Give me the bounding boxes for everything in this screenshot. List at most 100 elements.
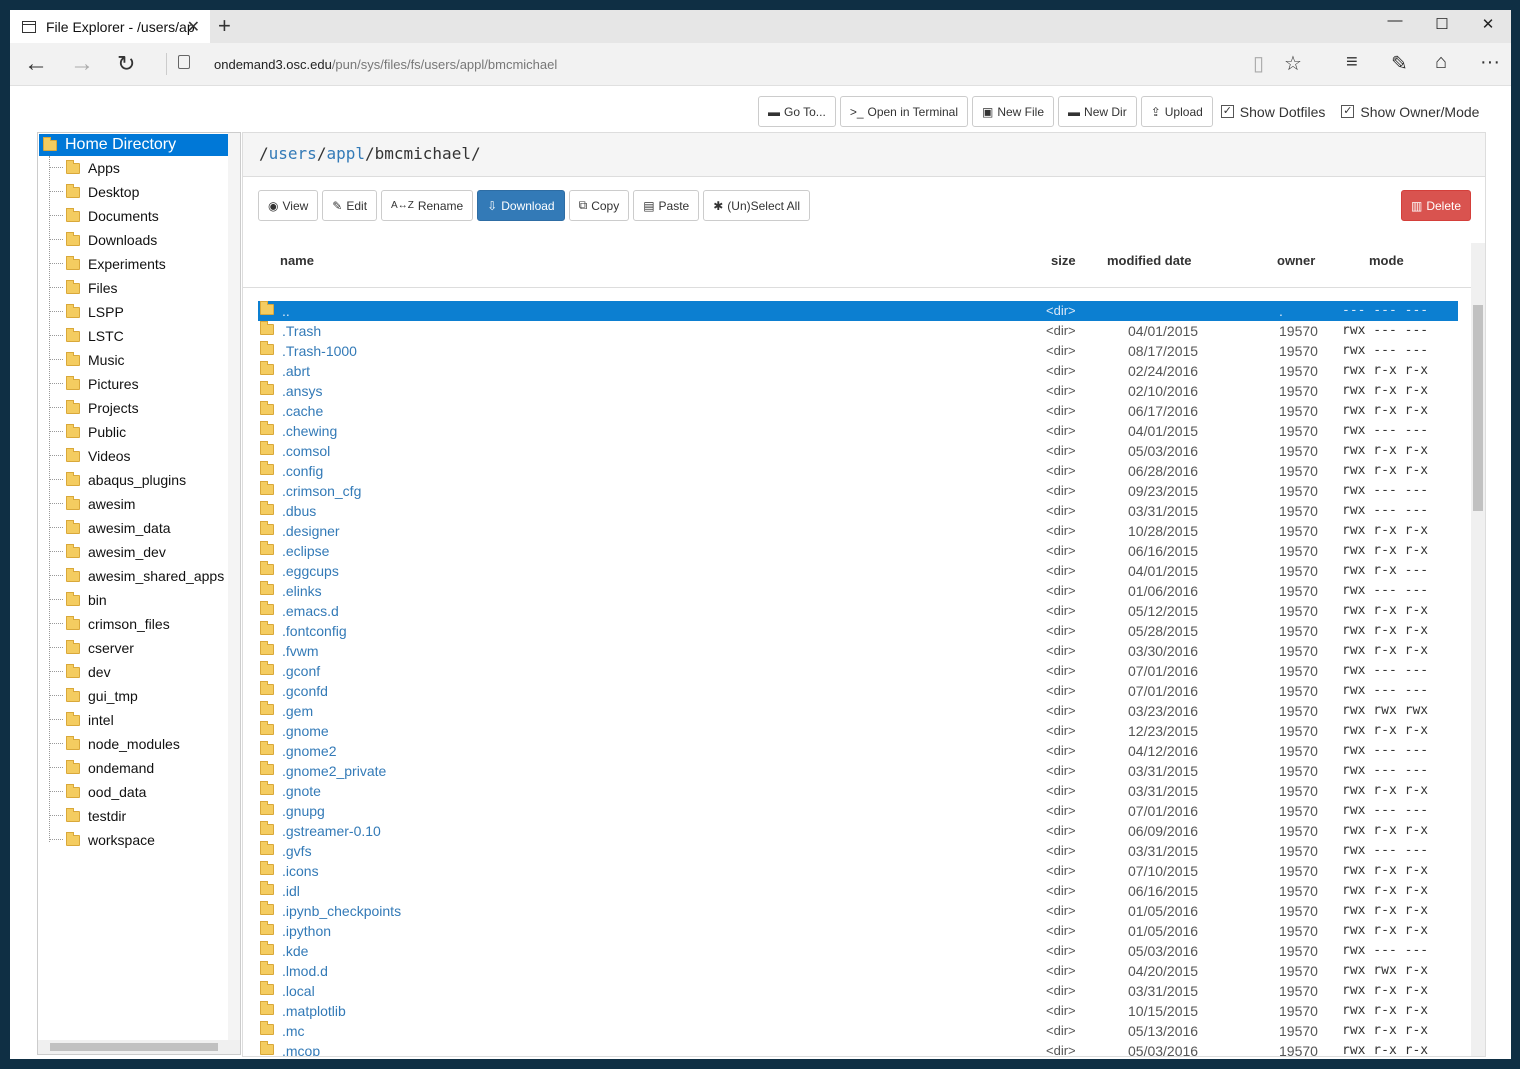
file-name-link[interactable]: .. <box>282 303 290 319</box>
table-row[interactable]: .ipynb_checkpoints <dir> 01/05/2016 19570 rw… <box>258 901 1458 921</box>
scroll-thumb[interactable] <box>1473 305 1483 511</box>
file-name-link[interactable]: .comsol <box>282 443 330 459</box>
tree-item[interactable]: gui_tmp <box>38 684 138 708</box>
table-row[interactable]: .matplotlib <dir> 10/15/2015 19570 rwx r-x r… <box>258 1001 1458 1021</box>
table-row[interactable]: .fvwm <dir> 03/30/2016 19570 rwx r-x r-x <box>258 641 1458 661</box>
close-window-icon[interactable]: ✕ <box>1478 15 1498 33</box>
new-file-button[interactable]: ▣ New File <box>972 96 1055 127</box>
column-header-modified[interactable]: modified date <box>1107 253 1192 268</box>
table-row[interactable]: .emacs.d <dir> 05/12/2015 19570 rwx r-x r-x <box>258 601 1458 621</box>
close-tab-icon[interactable]: ✕ <box>187 17 200 37</box>
file-name-link[interactable]: .matplotlib <box>282 1003 346 1019</box>
file-name-link[interactable]: .eclipse <box>282 543 329 559</box>
table-row[interactable]: .eclipse <dir> 06/16/2015 19570 rwx r-x r-x <box>258 541 1458 561</box>
table-row[interactable]: .mc <dir> 05/13/2016 19570 rwx r-x r-x <box>258 1021 1458 1041</box>
file-name-link[interactable]: .chewing <box>282 423 337 439</box>
file-name-link[interactable]: .gnupg <box>282 803 325 819</box>
share-icon[interactable]: ⌂ <box>1435 51 1447 74</box>
file-name-link[interactable]: .fontconfig <box>282 623 347 639</box>
table-row[interactable]: .eggcups <dir> 04/01/2015 19570 rwx r-x --- <box>258 561 1458 581</box>
download-button[interactable]: ⇩ Download <box>477 190 565 221</box>
file-name-link[interactable]: .ipynb_checkpoints <box>282 903 401 919</box>
file-name-link[interactable]: .gem <box>282 703 313 719</box>
tree-item[interactable]: Music <box>38 348 125 372</box>
file-name-link[interactable]: .Trash-1000 <box>282 343 357 359</box>
tree-item[interactable]: Pictures <box>38 372 139 396</box>
file-name-link[interactable]: .cache <box>282 403 323 419</box>
file-name-link[interactable]: .local <box>282 983 315 999</box>
back-icon[interactable]: ← <box>24 51 48 77</box>
upload-button[interactable]: ⇪ Upload <box>1140 96 1213 127</box>
table-row[interactable]: .gem <dir> 03/23/2016 19570 rwx rwx rwx <box>258 701 1458 721</box>
table-row[interactable]: .lmod.d <dir> 04/20/2015 19570 rwx rwx r-x <box>258 961 1458 981</box>
table-row[interactable]: .gnupg <dir> 07/01/2016 19570 rwx --- --- <box>258 801 1458 821</box>
web-note-icon[interactable]: ✎ <box>1391 51 1408 76</box>
file-name-link[interactable]: .designer <box>282 523 340 539</box>
copy-button[interactable]: ⧉ Copy <box>568 190 630 221</box>
table-row[interactable]: .gnome2 <dir> 04/12/2016 19570 rwx --- --- <box>258 741 1458 761</box>
file-name-link[interactable]: .config <box>282 463 323 479</box>
file-name-link[interactable]: .crimson_cfg <box>282 483 361 499</box>
file-name-link[interactable]: .eggcups <box>282 563 339 579</box>
table-row[interactable]: .elinks <dir> 01/06/2016 19570 rwx --- --- <box>258 581 1458 601</box>
file-name-link[interactable]: .emacs.d <box>282 603 339 619</box>
file-name-link[interactable]: .idl <box>282 883 300 899</box>
delete-button[interactable]: ▥ Delete <box>1400 190 1471 221</box>
column-header-owner[interactable]: owner <box>1277 253 1315 268</box>
tree-item[interactable]: Videos <box>38 444 131 468</box>
tree-item[interactable]: testdir <box>38 804 126 828</box>
tree-item[interactable]: Files <box>38 276 118 300</box>
goto-button[interactable]: ▬ Go To... <box>758 96 836 127</box>
tree-item[interactable]: Projects <box>38 396 139 420</box>
edit-button[interactable]: ✎ Edit <box>322 190 378 221</box>
tree-horizontal-scrollbar[interactable] <box>38 1040 240 1054</box>
new-tab-icon[interactable]: + <box>218 13 231 39</box>
show-dotfiles-checkbox[interactable]: ✓ Show Dotfiles <box>1220 104 1325 120</box>
table-row[interactable]: .crimson_cfg <dir> 09/23/2015 19570 rwx --- … <box>258 481 1458 501</box>
table-row[interactable]: .abrt <dir> 02/24/2016 19570 rwx r-x r-x <box>258 361 1458 381</box>
file-name-link[interactable]: .gstreamer-0.10 <box>282 823 381 839</box>
table-row[interactable]: .dbus <dir> 03/31/2015 19570 rwx --- --- <box>258 501 1458 521</box>
table-row[interactable]: .ipython <dir> 01/05/2016 19570 rwx r-x r-x <box>258 921 1458 941</box>
file-name-link[interactable]: .gnote <box>282 783 321 799</box>
tree-item[interactable]: Desktop <box>38 180 139 204</box>
breadcrumb-users[interactable]: users <box>269 144 317 163</box>
paste-button[interactable]: ▤ Paste <box>633 190 700 221</box>
table-row[interactable]: .gnome2_private <dir> 03/31/2015 19570 rwx -… <box>258 761 1458 781</box>
file-name-link[interactable]: .lmod.d <box>282 963 328 979</box>
refresh-icon[interactable]: ↻ <box>117 51 135 77</box>
table-row[interactable]: .config <dir> 06/28/2016 19570 rwx r-x r-x <box>258 461 1458 481</box>
file-name-link[interactable]: .icons <box>282 863 319 879</box>
table-row[interactable]: .mcop <dir> 05/03/2016 19570 rwx r-x r-x <box>258 1041 1458 1056</box>
table-row[interactable]: .gconf <dir> 07/01/2016 19570 rwx --- --- <box>258 661 1458 681</box>
table-row[interactable]: .fontconfig <dir> 05/28/2015 19570 rwx r-x r… <box>258 621 1458 641</box>
file-name-link[interactable]: .gnome2 <box>282 743 336 759</box>
tree-item[interactable]: dev <box>38 660 111 684</box>
more-icon[interactable]: ··· <box>1480 51 1500 74</box>
tree-item[interactable]: Apps <box>38 156 120 180</box>
show-owner-mode-checkbox[interactable]: ✓ Show Owner/Mode <box>1341 104 1479 120</box>
file-name-link[interactable]: .ipython <box>282 923 331 939</box>
column-header-name[interactable]: name <box>280 253 314 268</box>
file-name-link[interactable]: .abrt <box>282 363 310 379</box>
rename-button[interactable]: A↔Z Rename <box>381 190 474 221</box>
select-all-button[interactable]: ✱ (Un)Select All <box>703 190 810 221</box>
file-list-scrollbar[interactable] <box>1471 243 1485 1056</box>
tree-item[interactable]: intel <box>38 708 114 732</box>
table-row[interactable]: .. <dir>. --- --- --- <box>258 301 1458 321</box>
column-header-mode[interactable]: mode <box>1369 253 1404 268</box>
tree-item[interactable]: crimson_files <box>38 612 170 636</box>
table-row[interactable]: .designer <dir> 10/28/2015 19570 rwx r-x r-x <box>258 521 1458 541</box>
tree-item[interactable]: awesim <box>38 492 135 516</box>
browser-tab[interactable]: File Explorer - /users/ap ✕ <box>10 10 210 43</box>
tree-item[interactable]: Experiments <box>38 252 166 276</box>
maximize-icon[interactable]: ☐ <box>1432 15 1452 33</box>
tree-item[interactable]: node_modules <box>38 732 180 756</box>
tree-root-home-directory[interactable]: Home Directory <box>39 134 229 156</box>
table-row[interactable]: .local <dir> 03/31/2015 19570 rwx r-x r-x <box>258 981 1458 1001</box>
file-name-link[interactable]: .Trash <box>282 323 321 339</box>
table-row[interactable]: .idl <dir> 06/16/2015 19570 rwx r-x r-x <box>258 881 1458 901</box>
tree-vertical-scrollbar[interactable] <box>228 133 240 1041</box>
table-row[interactable]: .ansys <dir> 02/10/2016 19570 rwx r-x r-x <box>258 381 1458 401</box>
table-row[interactable]: .Trash <dir> 04/01/2015 19570 rwx --- --- <box>258 321 1458 341</box>
